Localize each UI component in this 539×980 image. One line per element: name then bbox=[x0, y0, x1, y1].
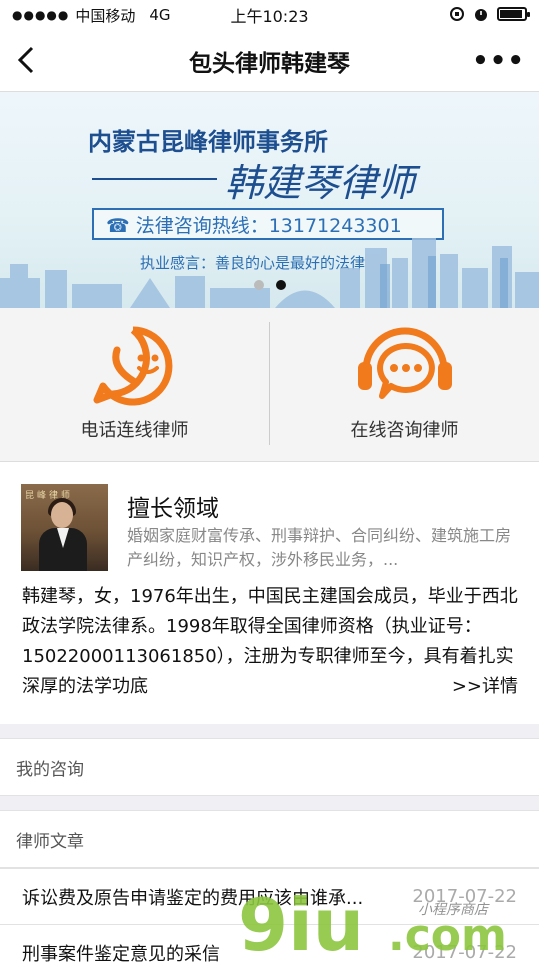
service-options: 电话连线律师 在线咨询律师 bbox=[0, 308, 539, 462]
bio-details-link[interactable]: >>详情 bbox=[452, 672, 518, 702]
lawyer-profile-card[interactable]: 昆峰律师 擅长领域 婚姻家庭财富传承、刑事辩护、合同纠纷、建筑施工房产纠纷，知识… bbox=[0, 462, 539, 724]
status-bar: ●●●●● 中国移动 4G 上午10:23 bbox=[0, 0, 539, 30]
nav-bar: 包头律师韩建琴 ••• bbox=[0, 30, 539, 92]
bio-text: 韩建琴，女，1976年出生，中国民主建国会成员，毕业于西北政法学院法律系。199… bbox=[22, 586, 518, 697]
svg-text:9iu: 9iu bbox=[238, 883, 364, 960]
status-icons bbox=[449, 6, 530, 22]
carousel-dot[interactable] bbox=[253, 280, 264, 290]
expertise-title: 擅长领域 bbox=[127, 496, 219, 522]
carousel-indicator bbox=[0, 280, 539, 290]
my-consultations-section[interactable]: 我的咨询 bbox=[0, 738, 539, 796]
back-arrow-icon[interactable] bbox=[10, 42, 46, 78]
phone-smile-icon bbox=[93, 326, 172, 406]
lock-rotation-icon bbox=[450, 7, 464, 21]
online-consult-button[interactable]: 在线咨询律师 bbox=[270, 308, 539, 461]
battery-icon bbox=[497, 7, 530, 21]
banner-divider bbox=[92, 178, 217, 180]
phone-consult-button[interactable]: 电话连线律师 bbox=[0, 308, 269, 461]
banner-lawyer-name: 韩建琴律师 bbox=[225, 161, 416, 205]
headset-chat-icon bbox=[357, 327, 452, 399]
site-watermark-logo: 9iu .com 小程序商店 bbox=[238, 883, 507, 960]
expertise-description: 婚姻家庭财富传承、刑事辩护、合同纠纷、建筑施工房产纠纷，知识产权，涉外移民业务，… bbox=[127, 526, 512, 569]
online-consult-label: 在线咨询律师 bbox=[350, 420, 459, 441]
carousel-dot-active[interactable] bbox=[275, 280, 286, 290]
articles-header: 律师文章 bbox=[0, 810, 539, 868]
svg-text:小程序商店: 小程序商店 bbox=[418, 902, 490, 918]
city-skyline-graphic bbox=[0, 238, 539, 308]
alarm-icon bbox=[475, 9, 487, 21]
banner-carousel[interactable]: 内蒙古昆峰律师事务所 韩建琴律师 ☎ 法律咨询热线：13171243301 执业… bbox=[0, 92, 539, 308]
lawyer-avatar: 昆峰律师 bbox=[21, 484, 108, 571]
page-title: 包头律师韩建琴 bbox=[189, 50, 350, 77]
lawyer-bio: 韩建琴，女，1976年出生，中国民主建国会成员，毕业于西北政法学院法律系。199… bbox=[22, 582, 520, 702]
more-menu-button[interactable]: ••• bbox=[472, 46, 525, 76]
phone-consult-label: 电话连线律师 bbox=[80, 420, 189, 441]
